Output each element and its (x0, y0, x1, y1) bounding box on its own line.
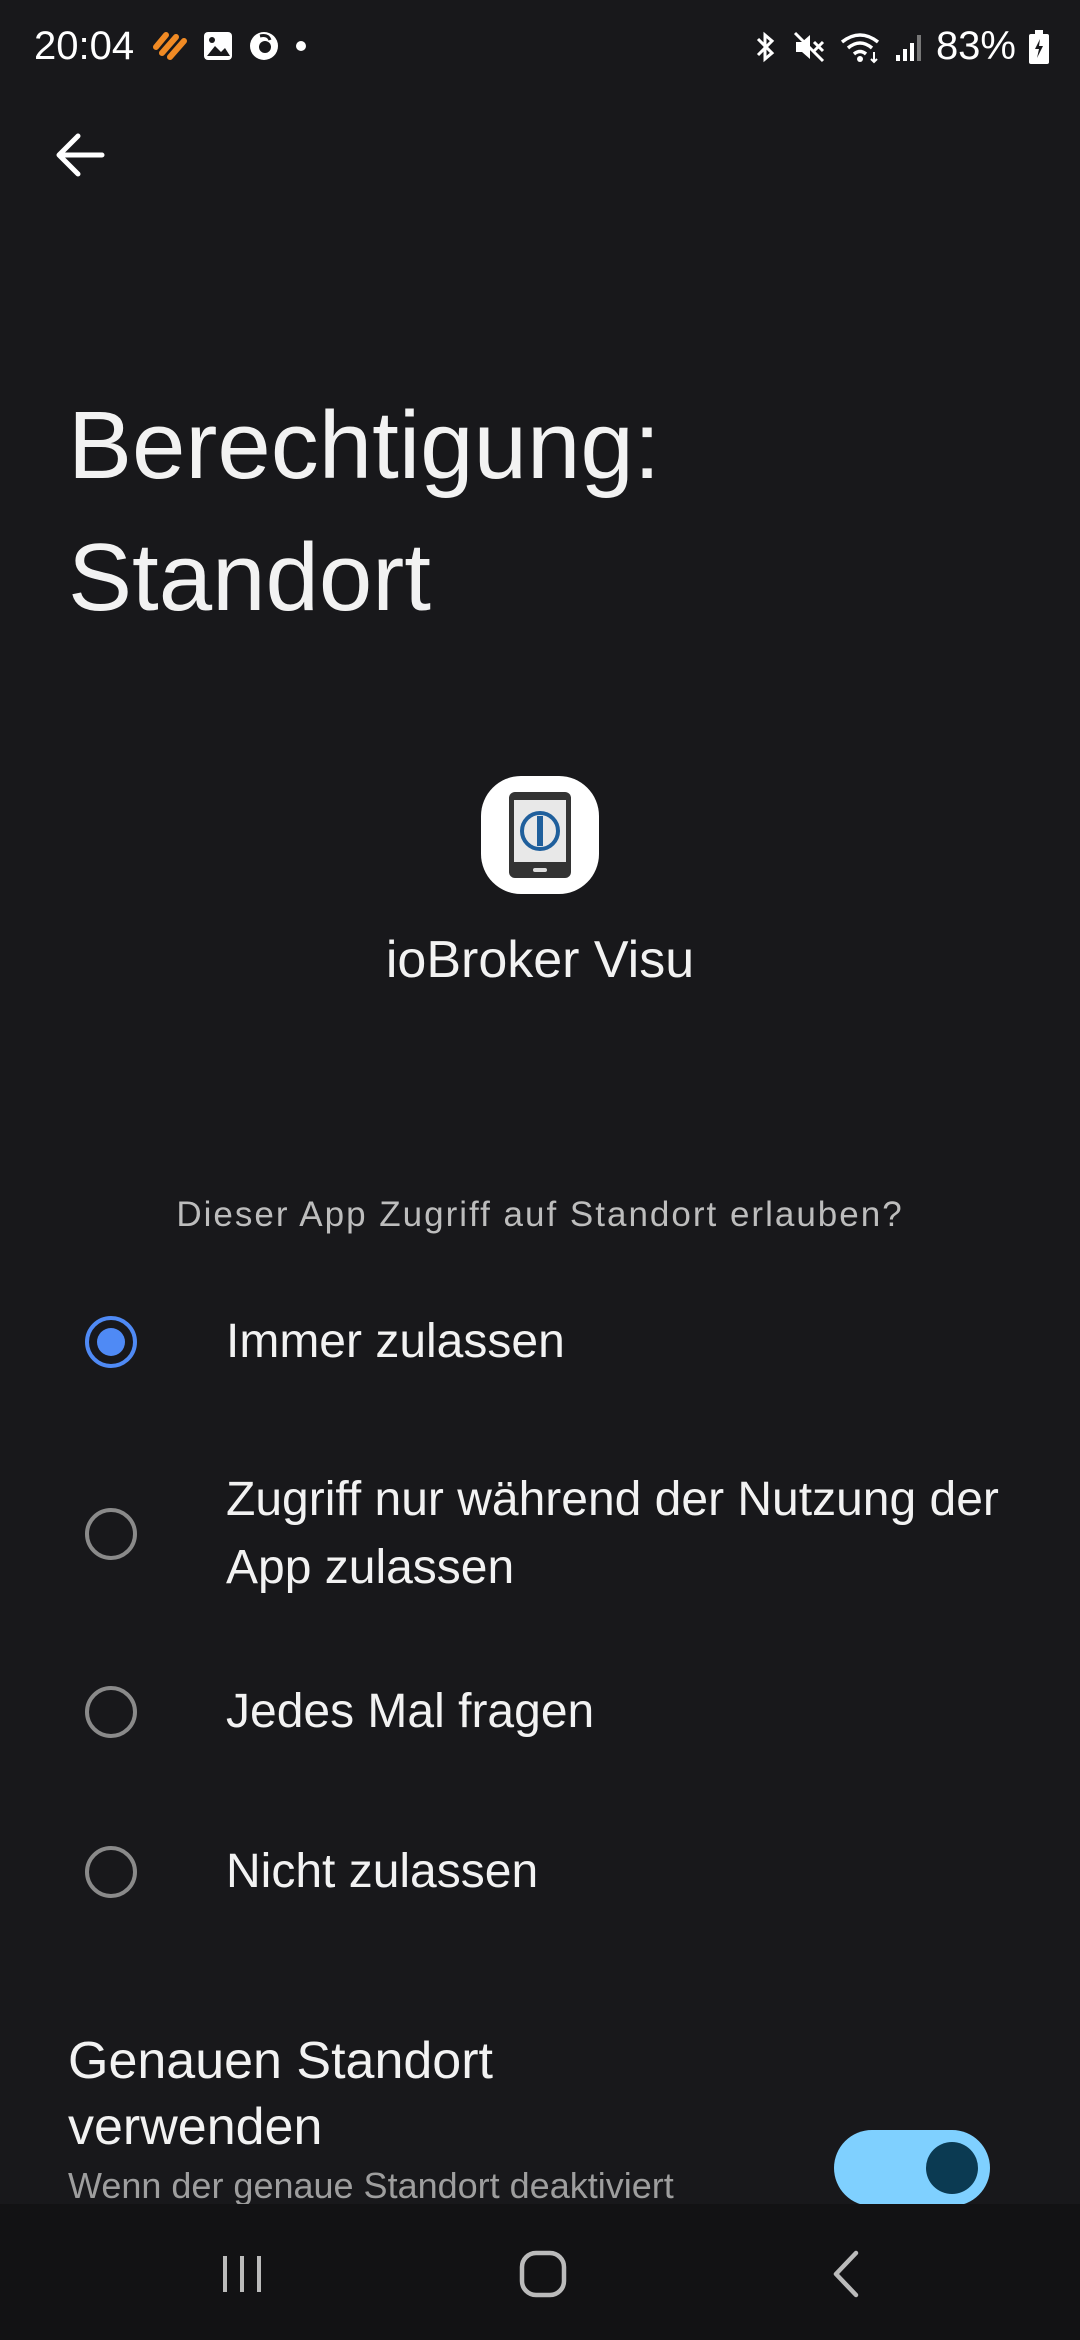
battery-icon (1028, 29, 1050, 65)
status-time: 20:04 (34, 24, 135, 68)
app-name: ioBroker Visu (385, 931, 695, 989)
back-button[interactable] (40, 115, 120, 195)
option-ask-every-time[interactable]: Jedes Mal fragen (0, 1650, 1080, 1780)
home-icon (518, 2249, 568, 2299)
chevron-left-icon (826, 2249, 866, 2299)
app-icon (481, 776, 599, 894)
option-label: Immer zulassen (226, 1315, 565, 1368)
status-bar: 20:04 83% (0, 0, 1080, 100)
precise-location-title: Genauen Standort verwenden (68, 2032, 493, 2156)
option-label: Zugriff nur während der Nutzung der App … (226, 1473, 999, 1594)
option-allow-while-using[interactable]: Zugriff nur während der Nutzung der App … (0, 1450, 1080, 1610)
gallery-icon (202, 30, 234, 62)
option-label: Jedes Mal fragen (226, 1685, 595, 1738)
bluetooth-icon (750, 29, 780, 65)
toggle-knob (926, 2142, 978, 2194)
option-always-allow[interactable]: Immer zulassen (0, 1280, 1080, 1410)
mute-icon (792, 30, 826, 64)
radio-button-selected[interactable] (85, 1316, 137, 1368)
permission-question: Dieser App Zugriff auf Standort erlauben… (176, 1195, 904, 1234)
signal-icon (894, 31, 924, 63)
navigation-bar (0, 2204, 1080, 2340)
radio-button[interactable] (85, 1508, 137, 1560)
recent-apps-button[interactable] (182, 2234, 302, 2314)
recent-apps-icon (217, 2252, 267, 2296)
status-left-icons (152, 30, 308, 62)
precise-location-description: Wenn der genaue Standort deaktiviert (68, 2165, 674, 2205)
battery-percent: 83% (935, 24, 1016, 68)
precise-location-toggle[interactable] (834, 2130, 990, 2206)
back-nav-button[interactable] (786, 2234, 906, 2314)
status-right: 83% (750, 24, 1050, 69)
iobroker-logo-icon (509, 792, 571, 878)
option-label: Nicht zulassen (226, 1845, 539, 1898)
radio-button[interactable] (85, 1686, 137, 1738)
home-button[interactable] (483, 2234, 603, 2314)
dot-icon (294, 39, 308, 53)
page-title: Berechtigung: Standort (68, 392, 661, 631)
radio-button[interactable] (85, 1846, 137, 1898)
vodafone-icon (248, 30, 280, 62)
option-deny[interactable]: Nicht zulassen (0, 1810, 1080, 1940)
wifi-icon (838, 30, 882, 64)
app-notification-icon (152, 31, 188, 61)
arrow-left-icon (54, 131, 106, 179)
